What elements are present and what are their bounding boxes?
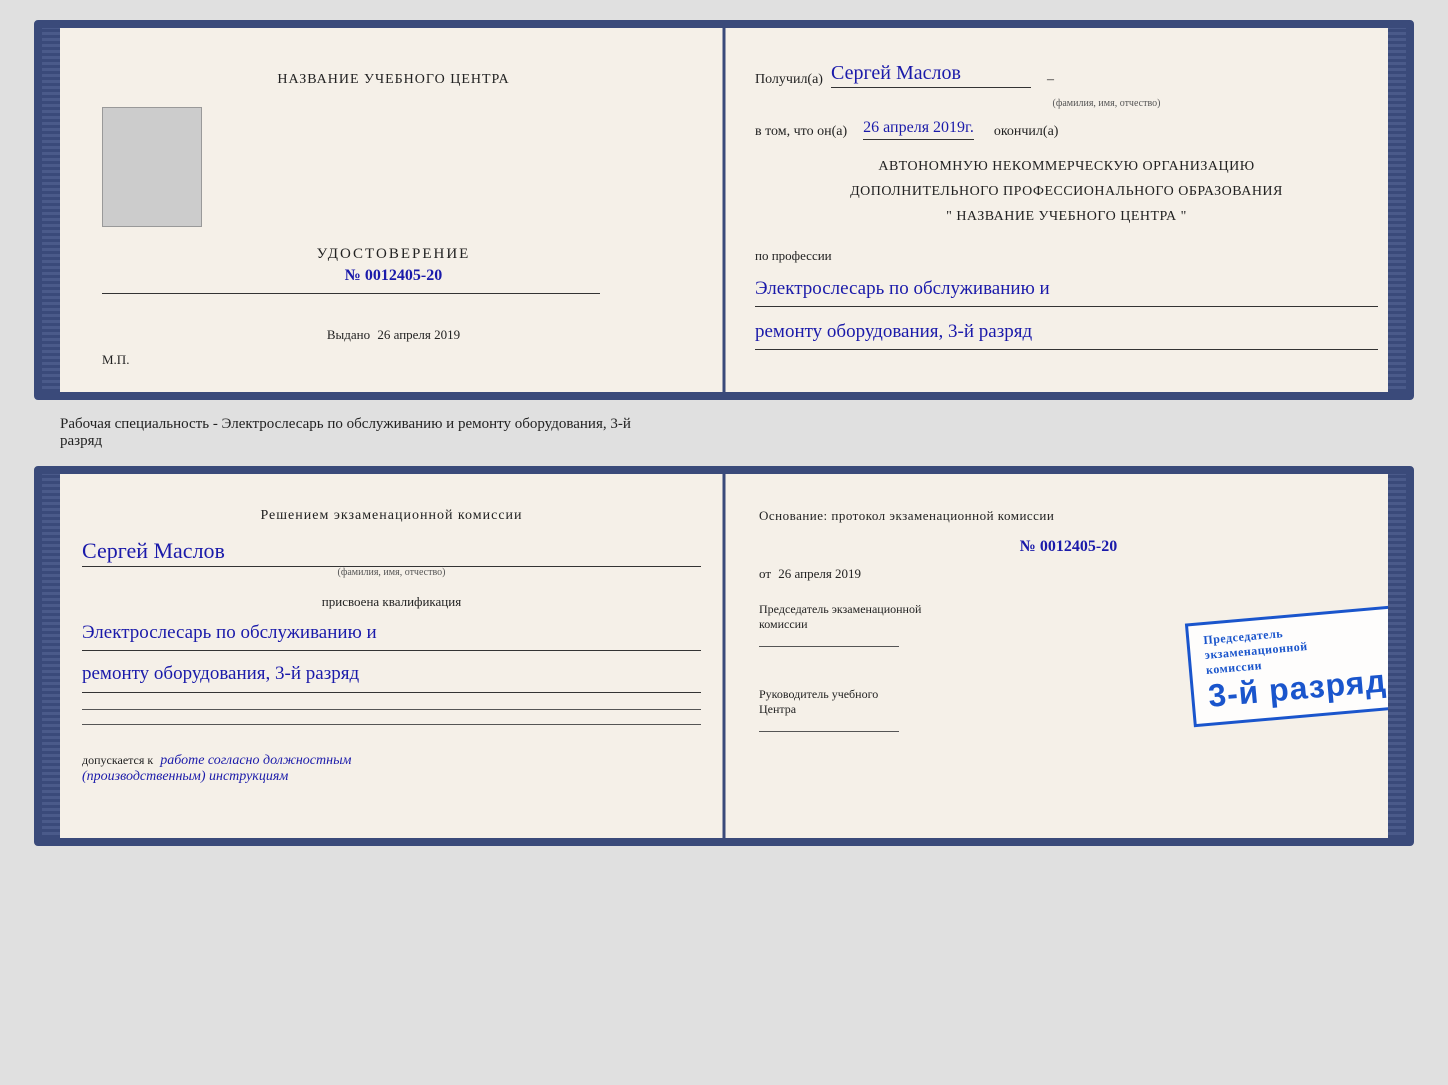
dash-symbol: – xyxy=(1047,72,1054,88)
poluchil-label: Получил(а) xyxy=(755,72,823,88)
udostoverenie-number: № 0012405-20 xyxy=(317,267,471,285)
okonchil-label: окончил(а) xyxy=(994,124,1059,140)
protocol-value: 0012405-20 xyxy=(1040,538,1117,555)
top-doc-left: НАЗВАНИЕ УЧЕБНОГО ЦЕНТРА УДОСТОВЕРЕНИЕ №… xyxy=(42,28,725,392)
ot-line: от 26 апреля 2019 xyxy=(759,566,1378,582)
bottom-document: Решением экзаменационной комиссии Сергей… xyxy=(34,466,1414,846)
resheniem-title: Решением экзаменационной комиссии xyxy=(82,508,701,524)
top-center-title: НАЗВАНИЕ УЧЕБНОГО ЦЕНТРА xyxy=(277,72,509,88)
mp-label: М.П. xyxy=(102,352,129,368)
bottom-name-block: Сергей Маслов (фамилия, имя, отчество) xyxy=(82,538,701,578)
between-label: Рабочая специальность - Электрослесарь п… xyxy=(60,416,631,450)
vtom-line: в том, что он(а) 26 апреля 2019г. окончи… xyxy=(755,119,1378,140)
name-hint-top: (фамилия, имя, отчество) xyxy=(835,98,1378,109)
bottom-profession-line2: ремонту оборудования, 3-й разряд xyxy=(82,659,701,692)
bottom-profession-line1: Электрослесарь по обслуживанию и xyxy=(82,618,701,651)
ot-date: 26 апреля 2019 xyxy=(778,566,861,581)
bottom-name-hint: (фамилия, имя, отчество) xyxy=(82,567,701,578)
photo-placeholder xyxy=(102,107,202,227)
udostoverenie-block: УДОСТОВЕРЕНИЕ № 0012405-20 xyxy=(317,246,471,285)
protocol-prefix: № xyxy=(1020,538,1036,555)
recipient-name: Сергей Маслов xyxy=(831,62,1031,88)
profession-line1-top: Электрослесарь по обслуживанию и xyxy=(755,274,1378,307)
vtom-label: в том, что он(а) xyxy=(755,124,847,140)
vydano-label: Выдано xyxy=(327,327,370,342)
exam-stamp: Председатель экзаменационной комиссии 3-… xyxy=(1185,605,1410,728)
top-doc-right: Получил(а) Сергей Маслов – (фамилия, имя… xyxy=(725,28,1406,392)
bottom-doc-right: Основание: протокол экзаменационной коми… xyxy=(729,474,1406,838)
dopuskaetsya-line: допускается к работе согласно должностны… xyxy=(82,753,701,785)
org-line3: " НАЗВАНИЕ УЧЕБНОГО ЦЕНТРА " xyxy=(755,204,1378,229)
bottom-recipient-name: Сергей Маслов xyxy=(82,538,701,567)
udostoverenie-title: УДОСТОВЕРЕНИЕ xyxy=(317,246,471,263)
ot-label: от xyxy=(759,566,771,581)
prisvoena-label: присвоена квалификация xyxy=(82,594,701,610)
profession-line2-top: ремонту оборудования, 3-й разряд xyxy=(755,317,1378,350)
dopuskaetsya-label: допускается к xyxy=(82,753,153,767)
osnovanie-label: Основание: протокол экзаменационной коми… xyxy=(759,508,1378,524)
top-document: НАЗВАНИЕ УЧЕБНОГО ЦЕНТРА УДОСТОВЕРЕНИЕ №… xyxy=(34,20,1414,400)
poluchil-line: Получил(а) Сергей Маслов – xyxy=(755,62,1378,88)
po-professii-label: по профессии xyxy=(755,248,1378,264)
org-line1: АВТОНОМНУЮ НЕКОММЕРЧЕСКУЮ ОРГАНИЗАЦИЮ xyxy=(755,154,1378,179)
bottom-doc-left: Решением экзаменационной комиссии Сергей… xyxy=(42,474,729,838)
vydano-line: Выдано 26 апреля 2019 xyxy=(327,327,460,343)
vydano-date: 26 апреля 2019 xyxy=(377,327,460,342)
protocol-number: № 0012405-20 xyxy=(759,538,1378,556)
vtom-date: 26 апреля 2019г. xyxy=(863,119,974,140)
number-value: 0012405-20 xyxy=(365,267,442,284)
number-prefix: № xyxy=(345,267,361,284)
org-block: АВТОНОМНУЮ НЕКОММЕРЧЕСКУЮ ОРГАНИЗАЦИЮ ДО… xyxy=(755,154,1378,230)
org-line2: ДОПОЛНИТЕЛЬНОГО ПРОФЕССИОНАЛЬНОГО ОБРАЗО… xyxy=(755,179,1378,204)
